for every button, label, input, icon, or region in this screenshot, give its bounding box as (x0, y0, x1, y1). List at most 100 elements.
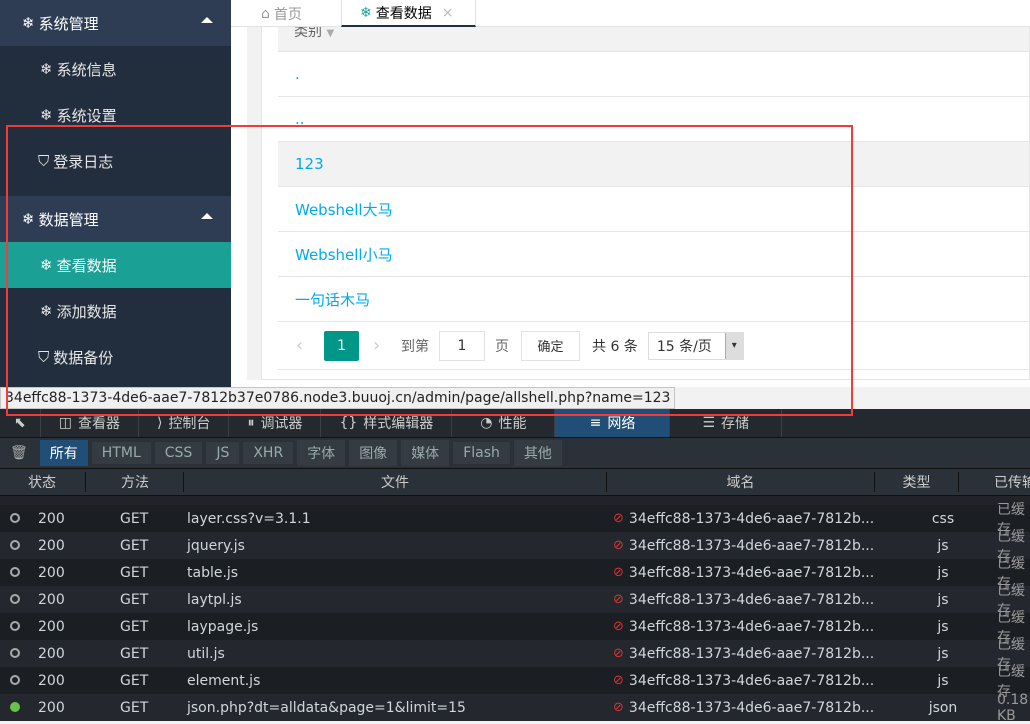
col-file[interactable]: 文件 (184, 472, 607, 492)
inspector-icon: ◫ (58, 415, 72, 431)
filter-css[interactable]: CSS (154, 442, 203, 464)
request-table-header: 状态 方法 文件 域名 类型 已传输 (0, 468, 1030, 496)
insecure-lock-icon: ⊘ (613, 511, 624, 526)
type: css (931, 510, 955, 527)
confirm-button[interactable]: 确定 (521, 330, 580, 361)
filter-fonts[interactable]: 字体 (297, 440, 346, 466)
tab-storage[interactable]: ☰ 存储 (670, 409, 783, 437)
table-row[interactable]: . (278, 52, 1029, 97)
table-row[interactable]: 一句话木马 (278, 277, 1029, 322)
sidebar-item-add-data[interactable]: ❄ 添加数据 (0, 288, 231, 334)
tab-inspector[interactable]: ◫ 查看器 (41, 409, 139, 437)
sidebar-item-login-log[interactable]: ⛉ 登录日志 (0, 138, 231, 184)
filter-media[interactable]: 媒体 (401, 440, 450, 466)
cell[interactable]: Webshell小马 (295, 244, 393, 265)
col-domain[interactable]: 域名 (607, 472, 875, 492)
status-code: 200 (38, 591, 65, 608)
request-row[interactable]: 200 GET table.js ⊘ 34effc88-1373-4de6-aae… (0, 556, 1030, 592)
shield-icon: ⛉ (38, 348, 50, 366)
caret-up-icon (201, 17, 213, 23)
shield-icon: ⛉ (38, 152, 50, 170)
debugger-icon: ⏸ (247, 415, 255, 431)
filter-js[interactable]: JS (206, 442, 240, 464)
col-transferred[interactable]: 已传输 (959, 472, 1030, 492)
type: json (928, 699, 958, 716)
tab-performance[interactable]: ◔ 性能 (452, 409, 556, 437)
sidebar-group-data[interactable]: ❄ 数据管理 (0, 196, 231, 242)
filter-html[interactable]: HTML (91, 442, 151, 464)
domain: 34effc88-1373-4de6-aae7-7812b... (628, 618, 875, 635)
next-page-icon[interactable]: › (373, 335, 401, 356)
status-dot-icon (0, 673, 38, 689)
sort-icon[interactable]: ▼ (326, 28, 334, 39)
tab-label: 首页 (273, 6, 302, 23)
cell[interactable]: . (295, 65, 300, 83)
cell[interactable]: .. (295, 110, 305, 128)
cell[interactable]: Webshell大马 (295, 199, 393, 220)
insecure-lock-icon: ⊘ (613, 619, 624, 634)
tab-view-data[interactable]: ❄ 查看数据 × (341, 0, 476, 27)
tab-style-editor[interactable]: {} 样式编辑器 (321, 409, 453, 437)
insecure-lock-icon: ⊘ (613, 673, 624, 688)
tab-label: 性能 (498, 416, 527, 432)
sidebar-group-system[interactable]: ❄ 系统管理 (0, 0, 231, 46)
item-label: 添加数据 (56, 302, 117, 321)
snowflake-icon: ❄ (40, 106, 53, 124)
storage-icon: ☰ (702, 415, 716, 431)
tab-home[interactable]: ⌂ 首页 (261, 0, 302, 27)
prev-page-icon[interactable]: ‹ (296, 335, 324, 356)
col-type[interactable]: 类型 (875, 472, 959, 492)
trash-icon[interactable]: 🗑 (10, 445, 28, 461)
method: GET (120, 672, 149, 689)
snowflake-icon: ❄ (40, 60, 53, 78)
sidebar-item-view-data[interactable]: ❄ 查看数据 (0, 242, 231, 288)
snowflake-icon: ❄ (40, 256, 53, 274)
total-count: 共 6 条 (592, 338, 638, 355)
tab-label: 存储 (721, 416, 750, 432)
element-picker-icon[interactable]: ⬉ (0, 409, 41, 437)
col-status[interactable]: 状态 (0, 472, 86, 492)
sidebar-item-system-settings[interactable]: ❄ 系统设置 (0, 92, 231, 138)
insecure-lock-icon: ⊘ (613, 592, 624, 607)
per-page-select[interactable]: 15 条/页 ▾ (647, 331, 744, 360)
content: 类别 ▼ . .. 123 Webshell大马 Webshell小马 一句话木… (247, 27, 1030, 380)
request-row[interactable]: 200 GET element.js ⊘ 34effc88-1373-4de6-a… (0, 664, 1030, 700)
tab-console[interactable]: ⟩ 控制台 (139, 409, 230, 437)
status-code: 200 (38, 699, 65, 716)
close-icon[interactable]: × (442, 5, 454, 21)
type: js (937, 645, 949, 662)
cell[interactable]: 123 (295, 155, 324, 173)
table-row[interactable]: Webshell小马 (278, 232, 1029, 277)
request-row[interactable]: 200 GET jquery.js ⊘ 34effc88-1373-4de6-aa… (0, 529, 1030, 565)
filter-images[interactable]: 图像 (349, 440, 398, 466)
filter-other[interactable]: 其他 (513, 440, 562, 466)
filter-flash[interactable]: Flash (453, 442, 510, 464)
caret-up-icon (201, 213, 213, 219)
request-row[interactable]: 200 GET laytpl.js ⊘ 34effc88-1373-4de6-aa… (0, 583, 1030, 619)
filter-all[interactable]: 所有 (39, 440, 88, 466)
page-1-button[interactable]: 1 (324, 330, 359, 361)
request-row[interactable]: 200 GET layer.css?v=3.1.1 ⊘ 34effc88-1373… (0, 502, 1030, 538)
goto-page-input[interactable]: 1 (439, 330, 485, 361)
tab-label: 样式编辑器 (363, 416, 434, 432)
sidebar-item-backup[interactable]: ⛉ 数据备份 (0, 334, 231, 380)
tab-network[interactable]: ≡ 网络 (555, 409, 671, 437)
table-row[interactable]: .. (278, 97, 1029, 142)
method: GET (120, 591, 149, 608)
domain: 34effc88-1373-4de6-aae7-7812b... (628, 537, 875, 554)
request-row[interactable]: 200 GET laypage.js ⊘ 34effc88-1373-4de6-a… (0, 610, 1030, 646)
filter-xhr[interactable]: XHR (243, 442, 294, 464)
col-method[interactable]: 方法 (86, 472, 184, 492)
sidebar-item-system-info[interactable]: ❄ 系统信息 (0, 46, 231, 92)
file: table.js (187, 564, 239, 581)
table-row[interactable]: Webshell大马 (278, 187, 1029, 232)
table-row[interactable]: 123 (278, 142, 1029, 187)
request-row[interactable]: 200 GET json.php?dt=alldata&page=1&limit… (0, 692, 1030, 724)
pagination: ‹ 1 › 到第 1 页 确定 共 6 条 15 条/页 ▾ (278, 322, 1029, 370)
tab-debugger[interactable]: ⏸ 调试器 (229, 409, 322, 437)
request-row[interactable]: 200 GET util.js ⊘ 34effc88-1373-4de6-aae7… (0, 637, 1030, 673)
table-header[interactable]: 类别 ▼ (278, 27, 1029, 52)
method: GET (120, 537, 149, 554)
cell[interactable]: 一句话木马 (295, 289, 370, 310)
file: json.php?dt=alldata&page=1&limit=15 (187, 699, 466, 716)
